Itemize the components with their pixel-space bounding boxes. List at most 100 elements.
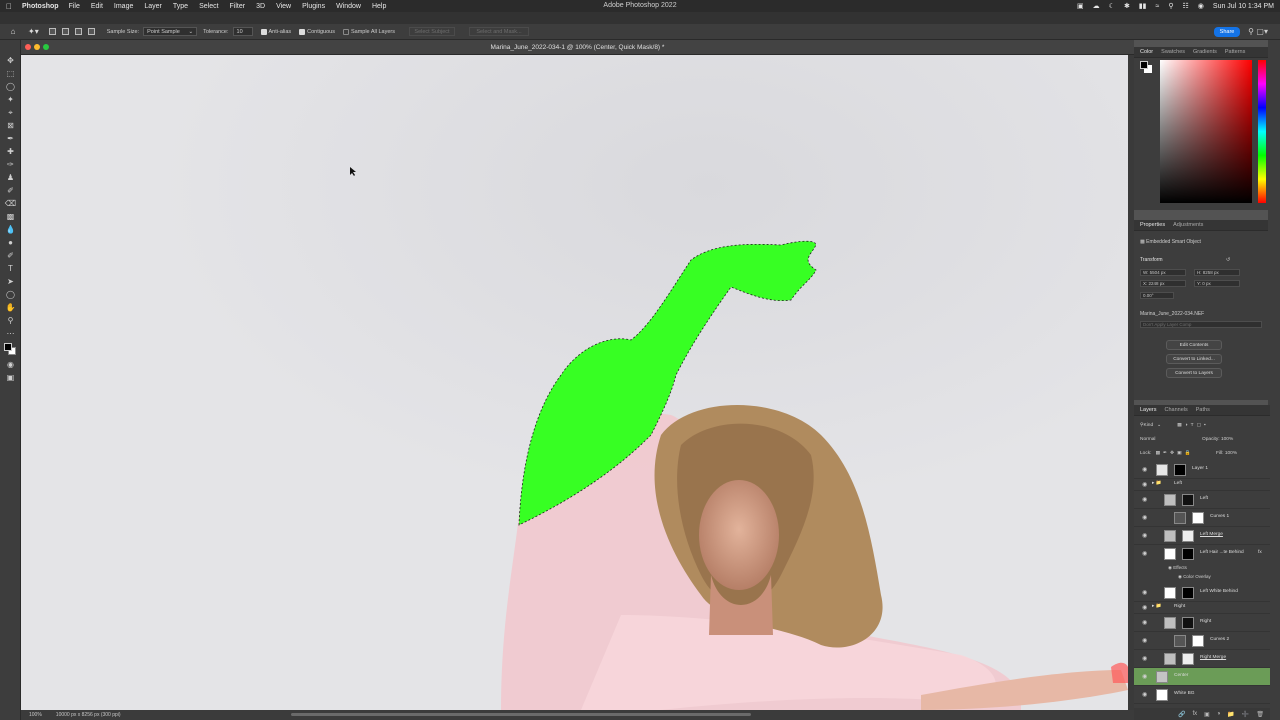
move-tool-icon[interactable]: ✥ xyxy=(0,54,21,67)
search-icon[interactable]: ⚲ xyxy=(1248,27,1254,36)
layer-row[interactable]: ◉ Curves 2 xyxy=(1134,632,1270,650)
apple-icon[interactable]:  xyxy=(6,2,12,11)
layer-mask-thumbnail[interactable] xyxy=(1192,635,1204,647)
add-mask-icon[interactable]: ▣ xyxy=(1204,711,1210,718)
marquee-tool-icon[interactable]: ⬚ xyxy=(0,67,21,80)
blend-mode-select[interactable]: Normal xyxy=(1140,437,1155,442)
layer-row[interactable]: ◉ Left Hair ...te Behind fx xyxy=(1134,545,1270,563)
width-field[interactable]: W: 5504 px xyxy=(1140,269,1186,276)
layer-row[interactable]: ◉ White BG xyxy=(1134,686,1270,704)
tab-layers[interactable]: Layers xyxy=(1140,407,1157,413)
home-icon[interactable]: ⌂ xyxy=(8,27,18,37)
opacity-value[interactable]: 100% xyxy=(1221,437,1233,442)
eye-icon[interactable]: ◉ xyxy=(1142,655,1147,662)
layer-group-row[interactable]: ◉ ▸ 📁 Right xyxy=(1134,602,1270,614)
lasso-tool-icon[interactable]: ◯ xyxy=(0,80,21,93)
layer-mask-thumbnail[interactable] xyxy=(1182,494,1194,506)
eye-icon[interactable]: ◉ xyxy=(1142,532,1147,539)
magic-wand-icon[interactable]: ✦▾ xyxy=(28,27,39,36)
eye-icon[interactable]: ◉ xyxy=(1142,481,1147,488)
layer-group-row[interactable]: ◉ ▸ 📁 Left xyxy=(1134,479,1270,491)
contiguous-checkbox[interactable] xyxy=(299,28,306,35)
screen-mode-icon[interactable]: ▣ xyxy=(0,371,21,384)
type-tool-icon[interactable]: T xyxy=(0,262,21,275)
layer-mask-thumbnail[interactable] xyxy=(1192,512,1204,524)
siri-icon[interactable]: ◉ xyxy=(1198,2,1204,10)
layer-mask-thumbnail[interactable] xyxy=(1174,464,1186,476)
menu-image[interactable]: Image xyxy=(114,3,133,10)
screen-record-icon[interactable]: ▣ xyxy=(1077,2,1084,10)
layer-row[interactable]: ◉ Right Merge xyxy=(1134,650,1270,668)
filter-icons[interactable]: ▩◑T▢▪ xyxy=(1177,423,1209,428)
new-adjustment-icon[interactable]: ◑ xyxy=(1217,711,1221,717)
layer-row[interactable]: ◉ Right xyxy=(1134,614,1270,632)
history-brush-tool-icon[interactable]: ✐ xyxy=(0,184,21,197)
menu-view[interactable]: View xyxy=(276,3,291,10)
layer-comp-select[interactable]: Don't Apply Layer Comp xyxy=(1140,321,1262,328)
bluetooth-icon[interactable]: ✱ xyxy=(1124,2,1130,10)
blur-tool-icon[interactable]: 💧 xyxy=(0,223,21,236)
menu-app-name[interactable]: Photoshop xyxy=(22,3,59,10)
color-field[interactable] xyxy=(1160,60,1252,203)
y-field[interactable]: Y: 0 px xyxy=(1194,280,1240,287)
eye-icon[interactable]: ◉ xyxy=(1142,637,1147,644)
wifi-icon[interactable]: ≈ xyxy=(1156,3,1160,10)
control-center-icon[interactable]: ☷ xyxy=(1183,2,1189,10)
zoom-icon[interactable] xyxy=(43,44,49,50)
menu-window[interactable]: Window xyxy=(336,3,361,10)
menu-type[interactable]: Type xyxy=(173,3,188,10)
new-layer-icon[interactable]: ➕ xyxy=(1242,711,1249,718)
layer-row[interactable]: ◉ Left Merge xyxy=(1134,527,1270,545)
menu-filter[interactable]: Filter xyxy=(230,3,246,10)
fill-value[interactable]: 100% xyxy=(1225,451,1237,456)
color-swatches[interactable] xyxy=(0,340,21,358)
foreground-color-swatch[interactable] xyxy=(4,343,12,351)
sample-all-layers-checkbox[interactable] xyxy=(342,28,349,35)
menu-file[interactable]: File xyxy=(69,3,80,10)
fill-control[interactable]: Fill: 100% xyxy=(1216,451,1237,456)
eye-icon[interactable]: ◉ xyxy=(1142,496,1147,503)
height-field[interactable]: H: 8258 px xyxy=(1194,269,1240,276)
add-style-icon[interactable]: fx xyxy=(1192,711,1197,717)
hue-slider[interactable] xyxy=(1258,60,1266,203)
color-overlay-row[interactable]: ◉ Color Overlay xyxy=(1178,574,1211,580)
gradient-tool-icon[interactable]: ▩ xyxy=(0,210,21,223)
layer-mask-thumbnail[interactable] xyxy=(1182,617,1194,629)
layer-row-selected[interactable]: ◉ Center xyxy=(1134,668,1270,686)
hand-tool-icon[interactable]: ✋ xyxy=(0,301,21,314)
new-group-icon[interactable]: 📁 xyxy=(1227,711,1234,718)
document-info[interactable]: 10000 px x 8256 px (300 ppi) xyxy=(56,712,121,718)
eraser-tool-icon[interactable]: ⌫ xyxy=(0,197,21,210)
tab-properties[interactable]: Properties xyxy=(1140,222,1165,228)
crop-tool-icon[interactable]: ⌖ xyxy=(0,106,21,119)
minimize-icon[interactable] xyxy=(34,44,40,50)
menu-select[interactable]: Select xyxy=(199,3,218,10)
fx-badge[interactable]: fx xyxy=(1258,550,1262,555)
close-icon[interactable] xyxy=(25,44,31,50)
angle-field[interactable]: 0.00° xyxy=(1140,292,1174,299)
x-field[interactable]: X: 2248 px xyxy=(1140,280,1186,287)
layer-row[interactable]: ◉ Left xyxy=(1134,491,1270,509)
zoom-tool-icon[interactable]: ⚲ xyxy=(0,314,21,327)
moon-icon[interactable]: ☾ xyxy=(1109,2,1115,10)
menu-layer[interactable]: Layer xyxy=(144,3,162,10)
stamp-tool-icon[interactable]: ♟ xyxy=(0,171,21,184)
trash-icon[interactable]: 🗑 xyxy=(1256,711,1264,718)
eyedropper-tool-icon[interactable]: ✒ xyxy=(0,132,21,145)
layer-row[interactable]: ◉ Left White Behind xyxy=(1134,584,1270,602)
intersect-selection-icon[interactable] xyxy=(87,28,95,35)
battery-icon[interactable]: ▮▮ xyxy=(1139,2,1147,10)
select-subject-button[interactable]: Select Subject xyxy=(409,27,455,36)
layer-mask-thumbnail[interactable] xyxy=(1182,530,1194,542)
tab-patterns[interactable]: Patterns xyxy=(1225,49,1245,55)
eye-icon[interactable]: ◉ xyxy=(1142,466,1147,473)
brush-tool-icon[interactable]: ✑ xyxy=(0,158,21,171)
magic-wand-tool-icon[interactable]: ✦ xyxy=(0,93,21,106)
lock-controls[interactable]: Lock: ▩✒✥▣🔒 xyxy=(1140,451,1194,456)
image-canvas[interactable] xyxy=(21,55,1128,710)
healing-brush-tool-icon[interactable]: ✚ xyxy=(0,145,21,158)
share-button[interactable]: Share xyxy=(1214,27,1240,37)
tab-gradients[interactable]: Gradients xyxy=(1193,49,1217,55)
pen-tool-icon[interactable]: ✐ xyxy=(0,249,21,262)
layer-row[interactable]: ◉ Layer 1 xyxy=(1134,461,1270,479)
